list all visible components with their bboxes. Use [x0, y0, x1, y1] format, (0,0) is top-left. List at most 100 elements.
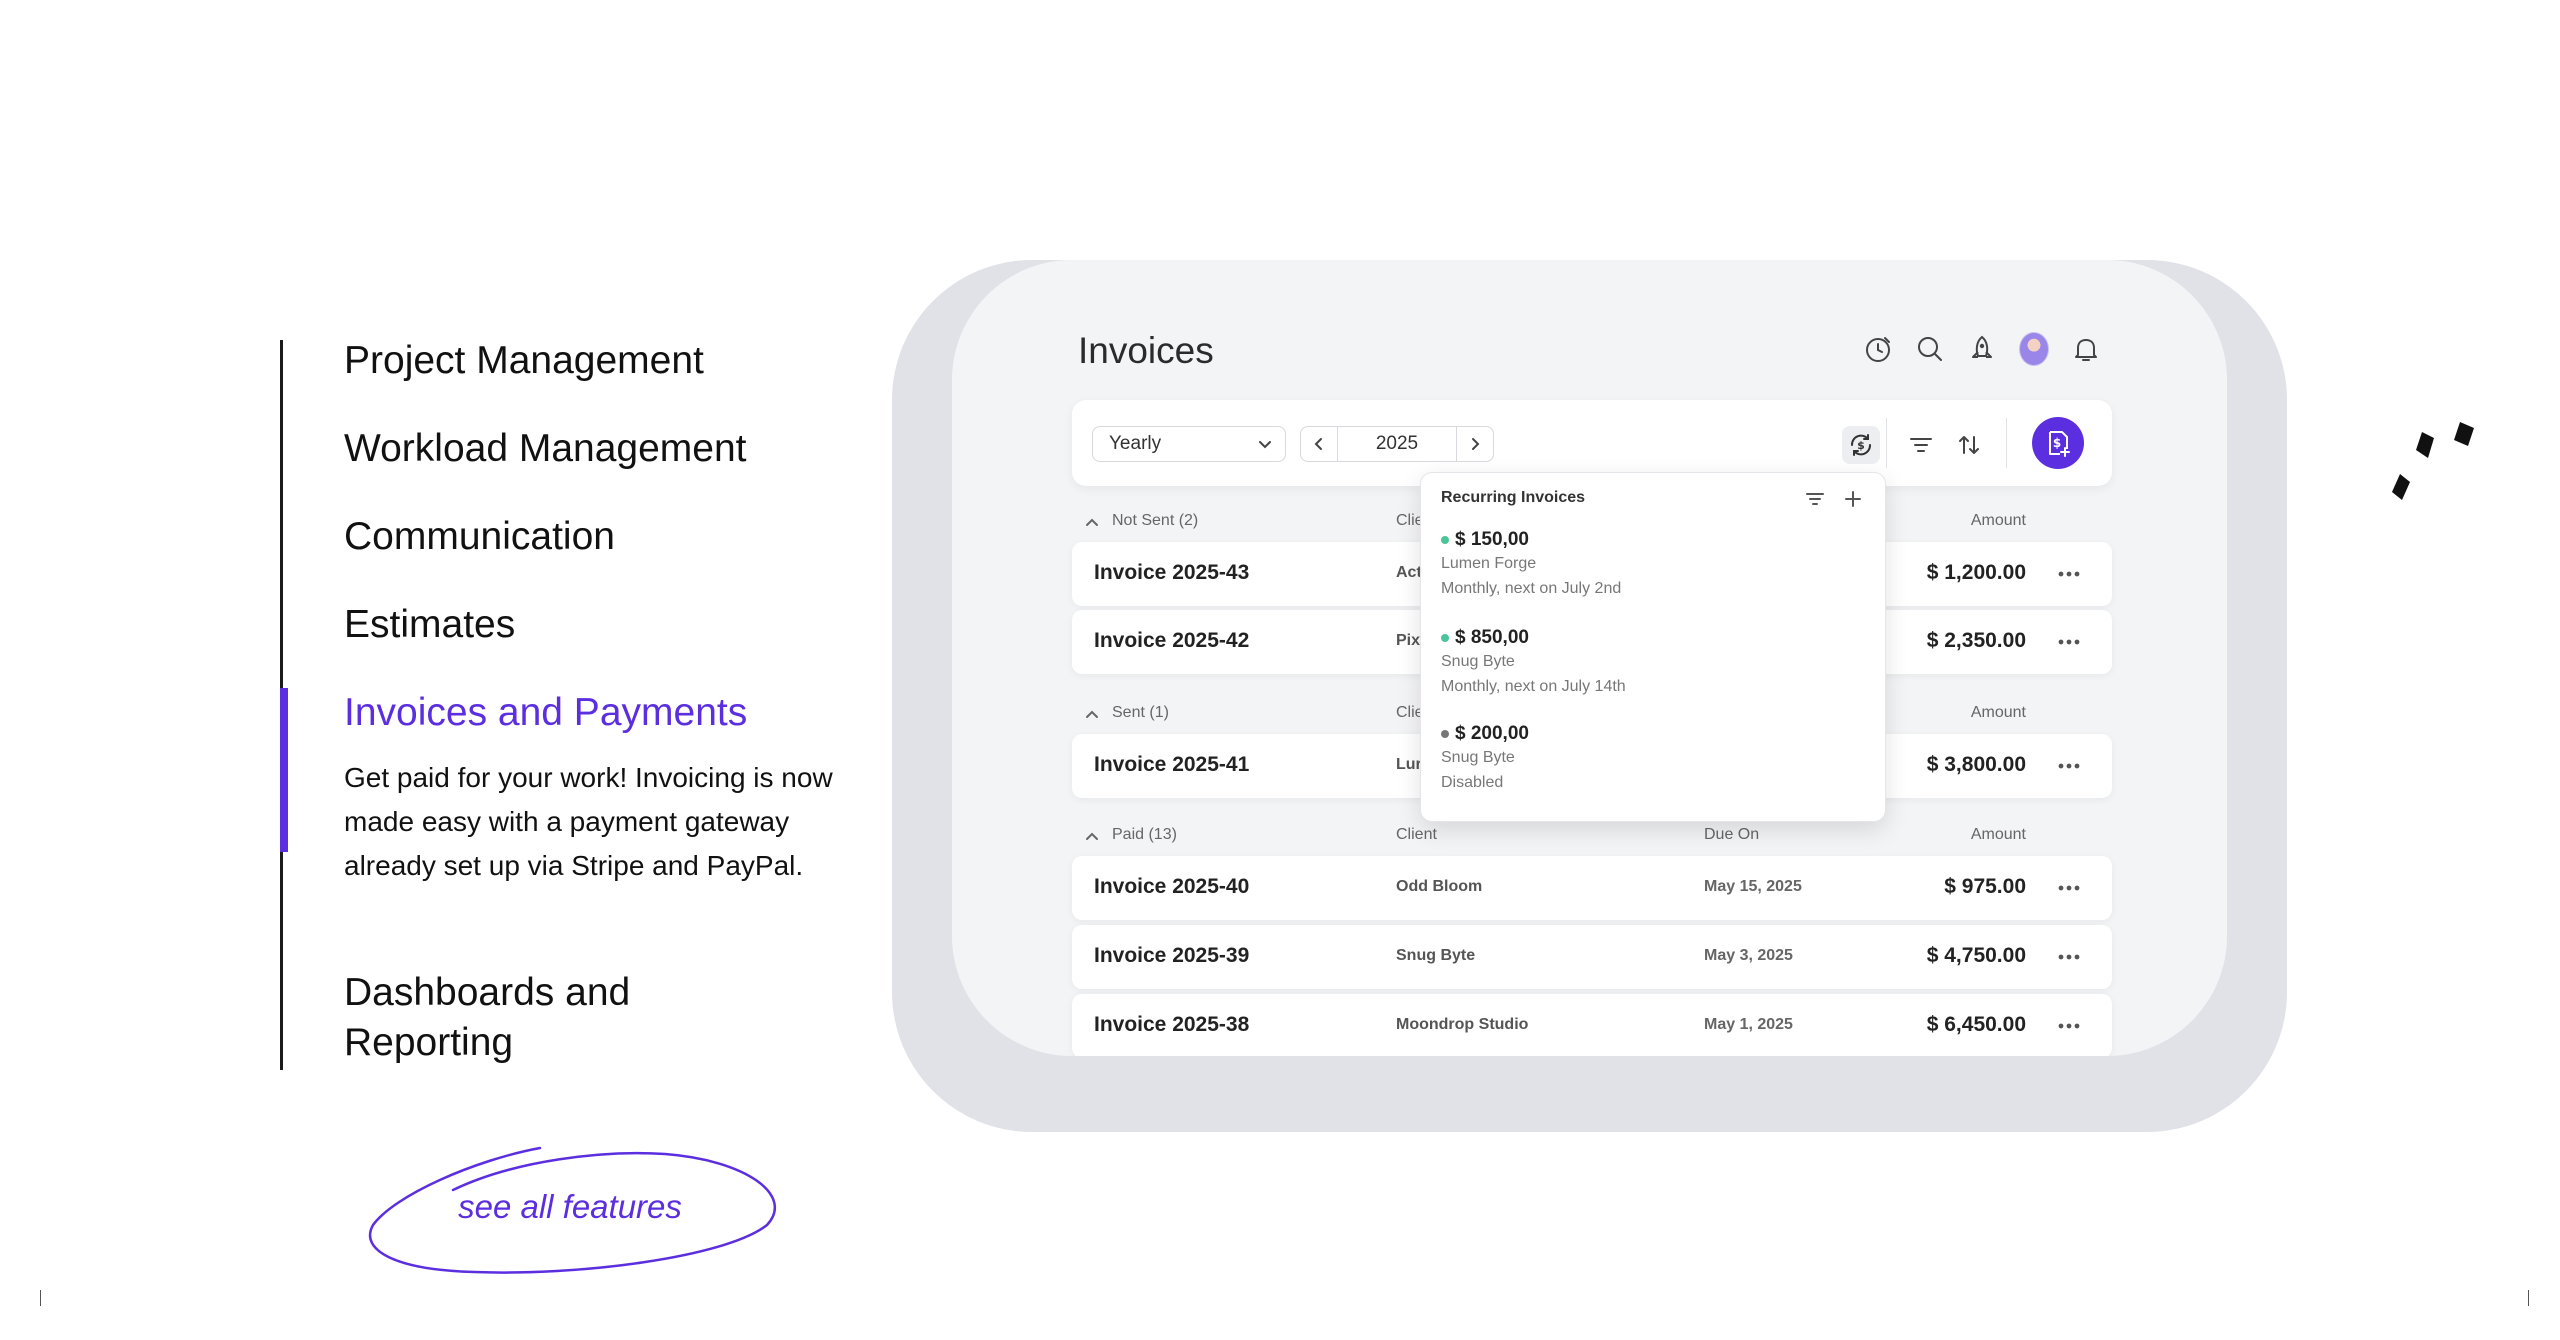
recurring-schedule: Monthly, next on July 2nd: [1441, 580, 1622, 597]
confetti-decoration-icon: [2392, 422, 2474, 500]
invoice-number: Invoice 2025-40: [1094, 875, 1250, 898]
toolbar-divider: [1886, 418, 1887, 468]
group-title: Paid (13): [1112, 826, 1177, 843]
svg-text:$: $: [2053, 436, 2061, 450]
recurring-dollar-icon: $: [1850, 434, 1872, 456]
table-row[interactable]: Invoice 2025-38 Moondrop Studio May 1, 2…: [1072, 994, 2112, 1056]
recurring-invoices-popover: Recurring Invoices $ 150,00 Lumen Forge …: [1420, 472, 1886, 822]
invoice-amount: $ 2,350.00: [1926, 629, 2026, 652]
recurring-invoice-item[interactable]: $ 850,00 Snug Byte Monthly, next on July…: [1441, 627, 1861, 699]
invoices-app: Invoices Yearly 2025 $ $ Not Sent (2) Cl…: [952, 260, 2227, 1056]
period-select-value: Yearly: [1109, 433, 1162, 454]
feature-workload-management[interactable]: Workload Management: [344, 424, 747, 474]
column-client: Client: [1396, 826, 1437, 843]
invoice-client: Act: [1396, 564, 1422, 581]
feature-project-management[interactable]: Project Management: [344, 336, 704, 386]
group-title: Not Sent (2): [1112, 512, 1199, 529]
invoice-amount: $ 4,750.00: [1926, 944, 2026, 967]
recurring-invoices-button[interactable]: $: [1842, 426, 1880, 464]
chevron-right-icon: [1472, 438, 1480, 450]
year-stepper: 2025: [1300, 426, 1494, 462]
rocket-icon[interactable]: [1967, 334, 1997, 364]
column-amount: Amount: [1970, 704, 2026, 721]
year-value: 2025: [1375, 433, 1419, 454]
recurring-amount: $ 150,00: [1455, 529, 1529, 550]
status-dot: [1441, 730, 1449, 738]
invoice-amount: $ 3,800.00: [1926, 753, 2026, 776]
recurring-client: Lumen Forge: [1441, 555, 1537, 572]
next-year-button[interactable]: [1456, 427, 1493, 461]
more-options-icon[interactable]: [2056, 756, 2082, 776]
group-title: Sent (1): [1112, 704, 1169, 721]
invoice-client: Odd Bloom: [1396, 878, 1483, 895]
more-options-icon[interactable]: [2056, 632, 2082, 652]
feature-estimates[interactable]: Estimates: [344, 600, 515, 650]
sort-icon: [1959, 436, 1979, 454]
more-options-icon[interactable]: [2056, 878, 2082, 898]
invoice-due-date: May 1, 2025: [1704, 1016, 1793, 1033]
feature-dashboards-and-reporting[interactable]: Dashboards and Reporting: [344, 968, 784, 1068]
invoice-number: Invoice 2025-42: [1094, 629, 1250, 652]
recurring-client: Snug Byte: [1441, 749, 1515, 766]
corner-mark: [2528, 1290, 2529, 1306]
table-row[interactable]: Invoice 2025-39 Snug Byte May 3, 2025 $ …: [1072, 925, 2112, 989]
see-all-features-label: see all features: [458, 1188, 682, 1225]
feature-invoices-and-payments[interactable]: Invoices and Payments: [344, 688, 747, 738]
group-header-paid[interactable]: Paid (13) Client Due On Amount: [1072, 824, 2112, 848]
avatar[interactable]: [2019, 332, 2049, 366]
column-amount: Amount: [1970, 826, 2026, 843]
popover-title: Recurring Invoices: [1441, 489, 1586, 506]
recurring-amount: $ 850,00: [1455, 627, 1529, 648]
invoice-amount: $ 1,200.00: [1926, 561, 2026, 584]
add-icon[interactable]: [1841, 487, 1865, 511]
corner-mark: [40, 1290, 41, 1306]
status-dot: [1441, 634, 1449, 642]
sort-button[interactable]: [1950, 426, 1988, 464]
see-all-features-link[interactable]: see all features: [365, 1140, 785, 1280]
bell-icon[interactable]: [2071, 334, 2101, 364]
invoice-client: Moondrop Studio: [1396, 1016, 1529, 1033]
invoice-number: Invoice 2025-38: [1094, 1013, 1250, 1036]
filter-button[interactable]: [1902, 426, 1940, 464]
previous-year-button[interactable]: [1301, 427, 1338, 461]
svg-text:$: $: [1857, 439, 1865, 452]
recurring-schedule: Disabled: [1441, 774, 1504, 791]
recurring-client: Snug Byte: [1441, 653, 1515, 670]
invoice-number: Invoice 2025-41: [1094, 753, 1250, 776]
invoice-number: Invoice 2025-43: [1094, 561, 1250, 584]
search-icon[interactable]: [1915, 334, 1945, 364]
new-invoice-button[interactable]: $: [2032, 417, 2084, 469]
chevron-left-icon: [1314, 438, 1322, 450]
chevron-up-icon: [1086, 710, 1098, 718]
filter-icon[interactable]: [1803, 487, 1827, 511]
invoice-number: Invoice 2025-39: [1094, 944, 1250, 967]
more-options-icon[interactable]: [2056, 1016, 2082, 1036]
chevron-up-icon: [1086, 832, 1098, 840]
timer-icon[interactable]: [1863, 334, 1893, 364]
device-screen: Invoices Yearly 2025 $ $ Not Sent (2) Cl…: [952, 260, 2227, 1056]
recurring-invoice-item[interactable]: $ 150,00 Lumen Forge Monthly, next on Ju…: [1441, 529, 1861, 601]
more-options-icon[interactable]: [2056, 564, 2082, 584]
more-options-icon[interactable]: [2056, 947, 2082, 967]
feature-description: Get paid for your work! Invoicing is now…: [344, 762, 833, 881]
new-invoice-icon: $: [2049, 431, 2070, 457]
chevron-down-icon: [1259, 441, 1271, 449]
column-amount: Amount: [1970, 512, 2026, 529]
recurring-invoice-item[interactable]: $ 200,00 Snug Byte Disabled: [1441, 723, 1861, 795]
filter-icon: [1910, 438, 1932, 452]
period-select[interactable]: Yearly: [1092, 426, 1286, 462]
chevron-up-icon: [1086, 518, 1098, 526]
recurring-amount: $ 200,00: [1455, 723, 1529, 744]
invoice-amount: $ 6,450.00: [1926, 1013, 2026, 1036]
invoice-client: Pix: [1396, 632, 1421, 649]
invoice-due-date: May 3, 2025: [1704, 947, 1793, 964]
recurring-schedule: Monthly, next on July 14th: [1441, 678, 1626, 695]
feature-communication[interactable]: Communication: [344, 512, 615, 562]
header-icons: [1863, 332, 2101, 366]
status-dot: [1441, 536, 1449, 544]
table-row[interactable]: Invoice 2025-40 Odd Bloom May 15, 2025 $…: [1072, 856, 2112, 920]
invoice-due-date: May 15, 2025: [1704, 878, 1802, 895]
invoice-client: Lur: [1396, 756, 1422, 773]
toolbar-divider: [2006, 418, 2007, 468]
invoice-client: Snug Byte: [1396, 947, 1476, 964]
